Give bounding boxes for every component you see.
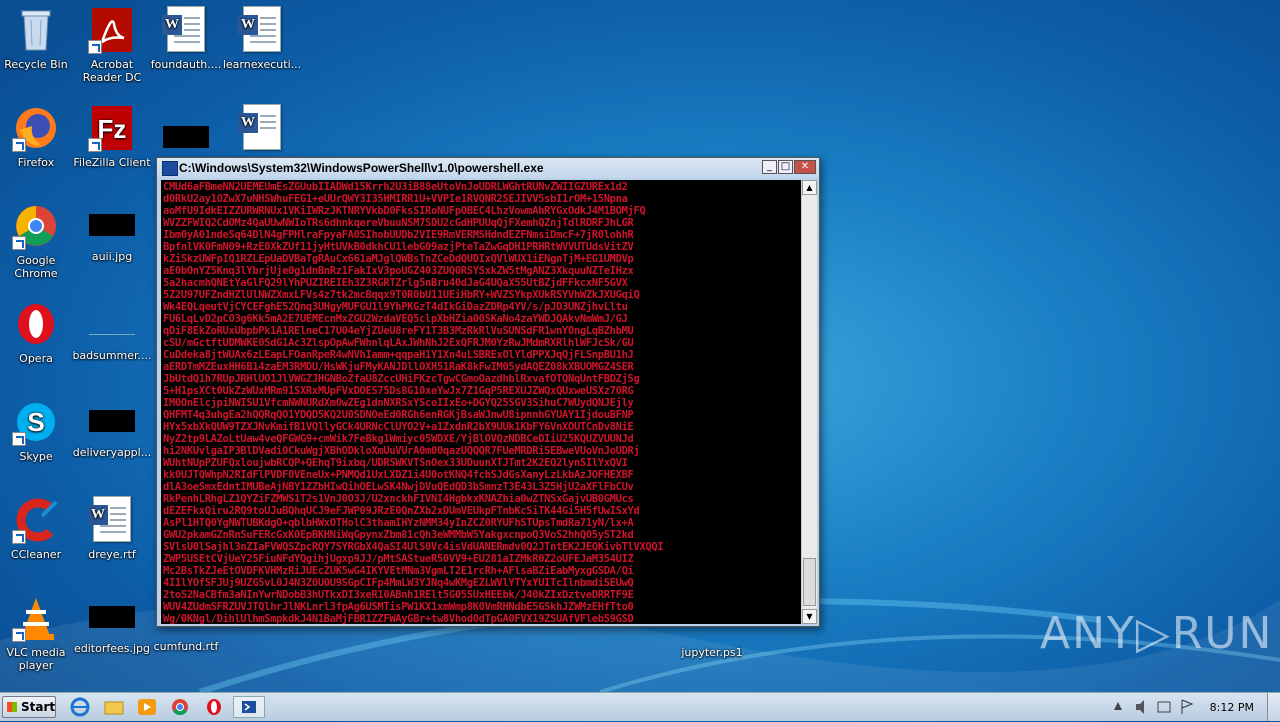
word-document-icon: W <box>238 6 286 54</box>
chrome-icon <box>12 202 60 250</box>
word-document-icon: W <box>162 6 210 54</box>
desktop-icon-label: cumfund.rtf <box>153 640 219 653</box>
desktop-icon-badsummer[interactable]: badsummer.... <box>72 300 152 362</box>
image-thumbnail-icon <box>89 606 135 628</box>
image-thumbnail-icon <box>89 214 135 236</box>
chrome-taskbar-icon[interactable] <box>168 696 192 718</box>
shortcut-arrow-icon <box>88 138 102 152</box>
svg-text:S: S <box>27 407 44 437</box>
desktop-icon-foundauth[interactable]: W foundauth.... <box>146 6 226 71</box>
desktop-icon-dreye[interactable]: W dreye.rtf <box>72 496 152 561</box>
filezilla-icon: Fz <box>88 104 136 152</box>
explorer-taskbar-icon[interactable] <box>102 696 126 718</box>
opera-taskbar-icon[interactable] <box>202 696 226 718</box>
desktop-icon-word-doc[interactable]: W <box>222 104 302 156</box>
desktop-icon-editorfees[interactable]: editorfees.jpg <box>72 594 152 655</box>
desktop-icon-opera[interactable]: Opera <box>0 300 76 365</box>
acrobat-reader-icon <box>88 6 136 54</box>
scroll-up-arrow-icon[interactable]: ▲ <box>802 180 817 195</box>
console-output[interactable]: CMUd6aFBmeNN2UEMEUmEsZGUubIIADWd15Krrh2U… <box>161 180 804 624</box>
start-button[interactable]: Start <box>2 696 56 718</box>
desktop-icon-recycle-bin[interactable]: Recycle Bin <box>0 6 76 71</box>
taskbar: Start 8:12 PM <box>0 692 1280 721</box>
opera-icon <box>12 300 60 348</box>
word-document-icon: W <box>88 496 136 544</box>
scroll-down-arrow-icon[interactable]: ▼ <box>802 609 817 624</box>
desktop-icon-label: FileZilla Client <box>73 156 151 169</box>
firefox-icon <box>12 104 60 152</box>
powershell-icon <box>162 161 178 176</box>
minimize-button[interactable]: _ <box>762 160 777 174</box>
powershell-taskbar-button[interactable] <box>233 696 265 718</box>
skype-icon: S <box>12 398 60 446</box>
close-button[interactable]: ✕ <box>794 160 816 174</box>
shortcut-arrow-icon <box>12 432 26 446</box>
recycle-bin-icon <box>12 6 60 54</box>
powershell-window[interactable]: C:\Windows\System32\WindowsPowerShell\v1… <box>156 157 820 627</box>
maximize-button[interactable]: □ <box>778 160 793 174</box>
desktop-icon-filezilla[interactable]: Fz FileZilla Client <box>72 104 152 169</box>
media-player-taskbar-icon[interactable] <box>135 696 159 718</box>
ie-taskbar-icon[interactable] <box>68 696 92 718</box>
desktop-icon-firefox[interactable]: Firefox <box>0 104 76 169</box>
desktop-icon-label: Acrobat Reader DC <box>82 58 142 84</box>
word-document-icon: W <box>238 104 286 152</box>
desktop-icon-ccleaner[interactable]: CCleaner <box>0 496 76 561</box>
vlc-icon <box>12 594 60 642</box>
shortcut-arrow-icon <box>12 628 26 642</box>
file-icon <box>89 312 135 335</box>
desktop-icon-jupyter[interactable]: jupyter.ps1 <box>672 628 752 659</box>
desktop-icon-label: auii.jpg <box>91 250 133 263</box>
console-text: CMUd6aFBmeNN2UEMEUmEsZGUubIIADWd15Krrh2U… <box>163 181 664 624</box>
desktop-icon-label: dreye.rtf <box>88 548 136 561</box>
window-title: C:\Windows\System32\WindowsPowerShell\v1… <box>179 161 544 175</box>
image-thumbnail-icon <box>163 126 209 148</box>
desktop-icon-label: Google Chrome <box>14 254 58 280</box>
desktop-icon-label: deliveryappl... <box>72 446 152 459</box>
desktop-icon-learnexecuti[interactable]: W learnexecuti... <box>222 6 302 71</box>
system-tray[interactable] <box>1110 696 1220 718</box>
anyrun-watermark: ANY▷RUN <box>1040 608 1274 659</box>
start-label: Start <box>21 700 56 714</box>
shortcut-arrow-icon <box>88 40 102 54</box>
vertical-scrollbar[interactable]: ▲ ▼ <box>801 180 817 624</box>
scrollbar-thumb[interactable] <box>803 558 816 606</box>
shortcut-arrow-icon <box>12 236 26 250</box>
shortcut-arrow-icon <box>12 530 26 544</box>
show-desktop-button[interactable] <box>1267 693 1280 721</box>
desktop-icon-label: Recycle Bin <box>4 58 68 71</box>
desktop-icon-label: CCleaner <box>10 548 62 561</box>
desktop-icon-label: Skype <box>19 450 53 463</box>
desktop-icon-label: Opera <box>19 352 53 365</box>
shortcut-arrow-icon <box>12 138 26 152</box>
desktop-icon-hidden-image[interactable] <box>146 116 226 162</box>
desktop-icon-acrobat[interactable]: Acrobat Reader DC <box>72 6 152 84</box>
desktop-icon-label: Firefox <box>17 156 55 169</box>
window-title-bar[interactable]: C:\Windows\System32\WindowsPowerShell\v1… <box>157 158 819 178</box>
desktop-icon-google-chrome[interactable]: Google Chrome <box>0 202 76 280</box>
desktop-icon-vlc[interactable]: VLC media player <box>0 594 76 672</box>
desktop-icon-label: badsummer.... <box>72 349 152 362</box>
desktop-icon-label: jupyter.ps1 <box>681 646 743 659</box>
windows-logo-icon <box>7 702 17 712</box>
desktop-icon-deliveryappl[interactable]: deliveryappl... <box>72 398 152 459</box>
clock[interactable]: 8:12 PM <box>1210 701 1254 714</box>
desktop-icon-label: VLC media player <box>6 646 66 672</box>
ccleaner-icon <box>12 496 60 544</box>
desktop-icon-label: learnexecuti... <box>222 58 302 71</box>
image-thumbnail-icon <box>89 410 135 432</box>
desktop-icon-label: foundauth.... <box>150 58 222 71</box>
desktop-icon-skype[interactable]: S Skype <box>0 398 76 463</box>
desktop-icon-label: editorfees.jpg <box>73 642 151 655</box>
desktop-icon-auii[interactable]: auii.jpg <box>72 202 152 263</box>
